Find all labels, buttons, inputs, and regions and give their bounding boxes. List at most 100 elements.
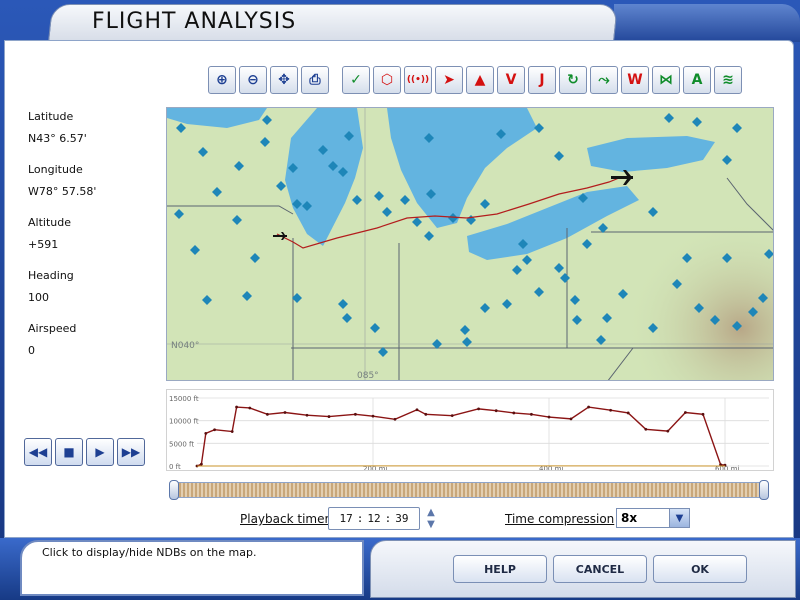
direction-button[interactable]: ➤ [435,66,463,94]
ndb-icon: ((•)) [406,75,430,85]
recycle-button[interactable]: ↻ [559,66,587,94]
victor-airways-icon: V [505,72,517,88]
fast-forward-icon: ▶▶ [121,445,141,459]
y-tick-label: 10000 ft [169,418,199,426]
stop-icon: ■ [63,445,75,459]
altitude-point [200,462,203,466]
altitude-point [666,429,670,433]
spinner-up-icon[interactable]: ▲ [427,507,435,518]
rewind-button[interactable]: ◀◀ [24,438,52,466]
altitude-point [424,412,428,416]
altitude-point [354,412,357,416]
playback-timer-label-text: Playback timer [240,512,330,526]
print-icon: ⎙ [309,72,321,88]
altitude-point [512,411,516,415]
altitude-point [230,430,234,433]
play-icon: ▶ [95,445,105,459]
airports-button[interactable]: ✓ [342,66,370,94]
altitude-point [684,411,687,414]
path-button[interactable]: ⤳ [590,66,618,94]
boundaries-button[interactable]: ⋈ [652,66,680,94]
flight-map[interactable]: N040° 085° [166,107,774,381]
labels-icon: A [691,72,703,88]
time-compression-select[interactable]: 8x ▼ [616,508,690,528]
spinner-down-icon[interactable]: ▼ [427,519,435,530]
vor-button[interactable]: ⬡ [373,66,401,94]
altitude-value: +591 [28,238,59,251]
flight-analysis-window: FLIGHT ANALYSIS ⊕ ⊖ ✥ ⎙ ✓ ⬡ ((•)) ➤ ▲ V J ↻ ⤳ W ⋈ A ≋ L… [0,0,800,600]
waypoints-button[interactable]: W [621,66,649,94]
playback-controls: ◀◀ ■ ▶ ▶▶ [24,438,145,466]
position-info: Latitude N43° 6.57' Longitude W78° 57.58… [28,110,158,375]
altitude-point [569,417,573,421]
altitude-point [213,428,216,432]
altitude-point [530,412,533,416]
altitude-label: Altitude [28,216,71,229]
chevron-down-icon[interactable]: ▼ [669,509,689,527]
altitude-point [587,405,590,409]
play-button[interactable]: ▶ [86,438,114,466]
altitude-point [494,409,498,413]
cancel-button[interactable]: CANCEL [553,555,647,583]
grid-label-lon: 085° [357,371,379,381]
y-tick-label: 0 ft [169,463,181,471]
jet-airways-button[interactable]: J [528,66,556,94]
airports-icon: ✓ [350,72,362,88]
timeline-start-handle[interactable] [169,480,179,500]
map-canvas: N040° 085° [167,108,773,381]
terrain-icon: ≋ [722,72,734,88]
ok-button[interactable]: OK [653,555,747,583]
zoom-out-button[interactable]: ⊖ [239,66,267,94]
zoom-in-button[interactable]: ⊕ [208,66,236,94]
altitude-point [644,427,648,431]
boundaries-icon: ⋈ [659,72,673,88]
altitude-point [327,415,331,418]
ndb-button[interactable]: ((•)) [404,66,432,94]
waypoints-icon: W [627,72,643,88]
victor-airways-button[interactable]: V [497,66,525,94]
warning-icon: ▲ [474,72,486,88]
latitude-label: Latitude [28,110,74,123]
altitude-series-line [196,406,726,467]
timer-seconds[interactable]: 39 [395,512,408,525]
heading-label: Heading [28,269,74,282]
heading-value: 100 [28,291,49,304]
altitude-point [626,411,630,415]
altitude-point [477,407,480,411]
timeline-slider[interactable] [169,480,769,500]
altitude-point [547,415,551,419]
timer-hours[interactable]: 17 [340,512,353,525]
time-compression-value: 8x [621,511,638,525]
fast-forward-button[interactable]: ▶▶ [117,438,145,466]
longitude-value: W78° 57.58' [28,185,97,198]
timer-minutes[interactable]: 12 [367,512,380,525]
altitude-point [609,408,612,412]
latitude-value: N43° 6.57' [28,132,87,145]
timer-separator: : [356,512,364,525]
airspeed-value: 0 [28,344,35,357]
view-toolbar: ⊕ ⊖ ✥ ⎙ [208,66,329,94]
labels-button[interactable]: A [683,66,711,94]
title-bar-cap [614,4,800,42]
grid-label-lat: N040° [171,341,199,351]
warning-button[interactable]: ▲ [466,66,494,94]
terrain-button[interactable]: ≋ [714,66,742,94]
help-button[interactable]: HELP [453,555,547,583]
print-button[interactable]: ⎙ [301,66,329,94]
path-icon: ⤳ [598,72,610,88]
filter-toolbar: ✓ ⬡ ((•)) ➤ ▲ V J ↻ ⤳ W ⋈ A ≋ [342,66,742,94]
jet-airways-icon: J [539,72,545,88]
center-button[interactable]: ✥ [270,66,298,94]
playback-timer-field[interactable]: 17 : 12 : 39 [328,507,420,530]
altitude-point [266,412,269,416]
altitude-point [415,408,419,412]
zoom-in-icon: ⊕ [216,72,228,88]
timeline-end-handle[interactable] [759,480,769,500]
timer-spinner[interactable]: ▲ ▼ [423,507,439,530]
altitude-point [701,412,705,416]
longitude-label: Longitude [28,163,83,176]
airspeed-label: Airspeed [28,322,77,335]
altitude-profile[interactable]: 15000 ft 10000 ft 5000 ft 0 ft 200 mi 400 mi 6… [166,389,774,471]
zoom-out-icon: ⊖ [247,72,259,88]
stop-button[interactable]: ■ [55,438,83,466]
